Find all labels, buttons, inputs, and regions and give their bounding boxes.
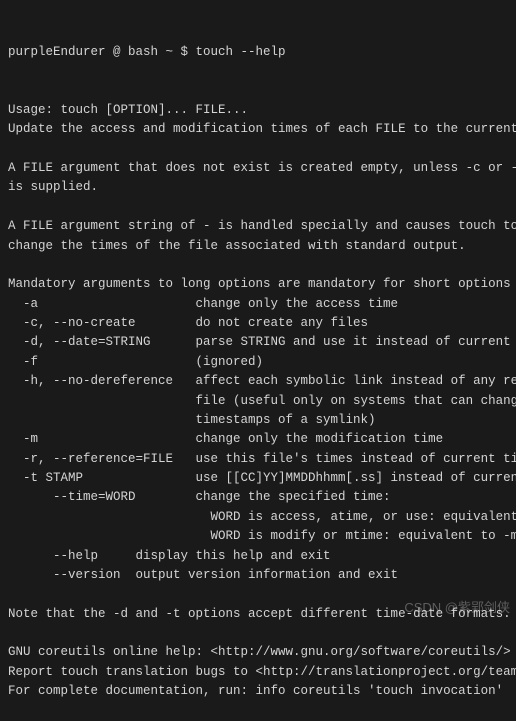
output-line: -m change only the modification time xyxy=(8,430,508,449)
output-line: WORD is access, atime, or use: equivalen… xyxy=(8,508,508,527)
output-line: Report touch translation bugs to <http:/… xyxy=(8,663,508,682)
prompt-line: purpleEndurer @ bash ~ $ touch --help xyxy=(8,43,508,62)
output-line: --help display this help and exit xyxy=(8,547,508,566)
output-line: timestamps of a symlink) xyxy=(8,411,508,430)
output-line: -t STAMP use [[CC]YY]MMDDhhmm[.ss] inste… xyxy=(8,469,508,488)
terminal-output: purpleEndurer @ bash ~ $ touch --help Us… xyxy=(8,4,508,721)
output-line: --time=WORD change the specified time: xyxy=(8,488,508,507)
typed-command: touch --help xyxy=(196,45,286,59)
output-line xyxy=(8,624,508,643)
output-line: For complete documentation, run: info co… xyxy=(8,682,508,701)
output-line: A FILE argument string of - is handled s… xyxy=(8,217,508,236)
output-line: -h, --no-dereference affect each symboli… xyxy=(8,372,508,391)
output-line: GNU coreutils online help: <http://www.g… xyxy=(8,643,508,662)
output-line: change the times of the file associated … xyxy=(8,237,508,256)
output-line: Usage: touch [OPTION]... FILE... xyxy=(8,101,508,120)
output-line: Update the access and modification times… xyxy=(8,120,508,139)
shell-prompt: purpleEndurer @ bash ~ $ xyxy=(8,45,196,59)
output-line: -f (ignored) xyxy=(8,353,508,372)
output-line xyxy=(8,140,508,159)
output-line: A FILE argument that does not exist is c… xyxy=(8,159,508,178)
output-line: WORD is modify or mtime: equivalent to -… xyxy=(8,527,508,546)
output-line: -d, --date=STRING parse STRING and use i… xyxy=(8,333,508,352)
output-line: -r, --reference=FILE use this file's tim… xyxy=(8,450,508,469)
output-line: -a change only the access time xyxy=(8,295,508,314)
output-line: --version output version information and… xyxy=(8,566,508,585)
output-line xyxy=(8,585,508,604)
output-line: Mandatory arguments to long options are … xyxy=(8,275,508,294)
help-output: Usage: touch [OPTION]... FILE...Update t… xyxy=(8,101,508,702)
output-line: file (useful only on systems that can ch… xyxy=(8,392,508,411)
output-line: is supplied. xyxy=(8,178,508,197)
output-line xyxy=(8,198,508,217)
output-line xyxy=(8,256,508,275)
output-line: -c, --no-create do not create any files xyxy=(8,314,508,333)
output-line: Note that the -d and -t options accept d… xyxy=(8,605,508,624)
